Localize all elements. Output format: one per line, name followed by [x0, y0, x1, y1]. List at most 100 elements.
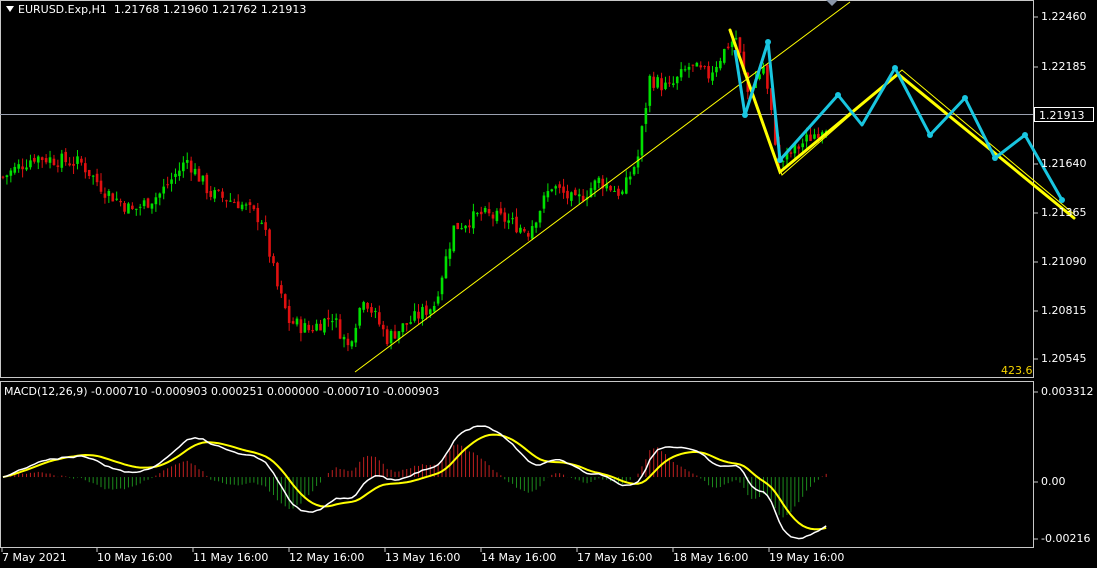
candle-body	[421, 307, 424, 319]
fib-level-label: 423.6	[1001, 364, 1033, 377]
price-tick: 1.22185	[1041, 60, 1087, 73]
candle-body	[613, 190, 616, 192]
candle-body	[99, 180, 103, 192]
price-tick: 1.21365	[1041, 206, 1087, 219]
candle-body	[36, 156, 40, 163]
candle-body	[260, 222, 264, 224]
candle-body	[417, 311, 420, 319]
candle-body	[193, 168, 197, 175]
projection-arrowhead	[992, 155, 998, 161]
candle-body	[170, 179, 173, 184]
candle-body	[295, 318, 299, 325]
trendline	[354, 1, 851, 373]
candle-body	[374, 310, 377, 312]
candle-body	[33, 157, 36, 162]
ohlc-header: EURUSD.Exp,H1 1.21768 1.21960 1.21762 1.…	[6, 3, 306, 16]
candle-body	[72, 163, 75, 166]
candle-body	[538, 210, 542, 223]
candle-body	[460, 228, 463, 230]
candle-body	[476, 213, 479, 215]
candle-body	[534, 222, 538, 228]
candle-body	[668, 82, 671, 84]
time-tick: 18 May 16:00	[673, 551, 749, 564]
candle-body	[291, 321, 295, 324]
chart-canvas[interactable]	[0, 0, 1097, 568]
candle-body	[150, 203, 154, 209]
candle-body	[413, 311, 416, 321]
candle-body	[197, 168, 201, 182]
candle-body	[166, 184, 169, 186]
candle-body	[240, 204, 244, 210]
candle-body	[468, 225, 471, 228]
candle-body	[479, 211, 483, 215]
macd-tick: 0.00	[1041, 475, 1066, 488]
candle-body	[64, 151, 68, 163]
candle-body	[44, 158, 48, 163]
candle-body	[766, 64, 769, 89]
candle-body	[401, 323, 405, 333]
candle-body	[679, 69, 683, 78]
candle-body	[711, 72, 714, 81]
candle-body	[115, 198, 118, 200]
candle-body	[84, 163, 87, 173]
candle-body	[162, 186, 166, 194]
candle-body	[542, 195, 546, 209]
scroll-marker[interactable]	[826, 0, 838, 6]
projection-arrowhead	[927, 132, 933, 138]
candle-body	[562, 186, 565, 193]
open-value: 1.21768	[113, 3, 160, 16]
candle-body	[327, 317, 330, 320]
candle-body	[1, 176, 5, 178]
candle-body	[229, 200, 232, 202]
candle-body	[362, 302, 365, 310]
candle-body	[574, 189, 577, 196]
candle-body	[366, 302, 369, 309]
candle-body	[346, 338, 350, 346]
dropdown-triangle-icon[interactable]	[6, 6, 14, 12]
time-tick: 12 May 16:00	[289, 551, 365, 564]
candle-body	[707, 66, 710, 79]
candle-body	[174, 173, 177, 177]
candle-body	[566, 190, 569, 199]
candle-body	[25, 167, 28, 170]
candle-body	[268, 229, 271, 257]
candle-body	[107, 191, 111, 196]
candle-body	[393, 331, 397, 339]
candle-body	[483, 207, 487, 213]
candle-body	[695, 62, 699, 67]
candle-body	[734, 38, 738, 40]
symbol-label: EURUSD.Exp,H1	[18, 3, 107, 16]
candle-body	[691, 64, 695, 66]
candle-body	[252, 205, 256, 210]
candle-body	[256, 207, 260, 223]
candle-body	[636, 156, 640, 168]
projection-arrowhead	[962, 95, 968, 101]
zigzag-line	[729, 29, 1076, 216]
candle-body	[350, 341, 354, 347]
candle-body	[452, 225, 456, 252]
candle-body	[809, 134, 812, 141]
macd-values: -0.000710 -0.000903 0.000251 0.000000 -0…	[91, 385, 440, 398]
candle-body	[719, 60, 722, 69]
candle-body	[624, 177, 628, 194]
time-tick: 7 May 2021	[2, 551, 67, 564]
candle-body	[323, 318, 326, 333]
candle-body	[29, 160, 32, 168]
candle-body	[111, 193, 115, 202]
candle-body	[550, 189, 554, 192]
candle-body	[558, 184, 561, 188]
candle-body	[76, 156, 79, 164]
candle-body	[248, 202, 252, 205]
candles-group	[1, 30, 828, 352]
macd-tick: 0.003312	[1041, 385, 1094, 398]
candle-body	[789, 152, 793, 154]
candle-body	[487, 209, 491, 214]
candle-body	[389, 330, 393, 344]
time-tick: 19 May 16:00	[769, 551, 845, 564]
candle-body	[276, 262, 279, 287]
candle-body	[334, 318, 338, 320]
candle-body	[142, 200, 146, 207]
candle-body	[546, 191, 550, 198]
candle-body	[409, 322, 412, 324]
projection-arrowhead	[777, 157, 783, 163]
